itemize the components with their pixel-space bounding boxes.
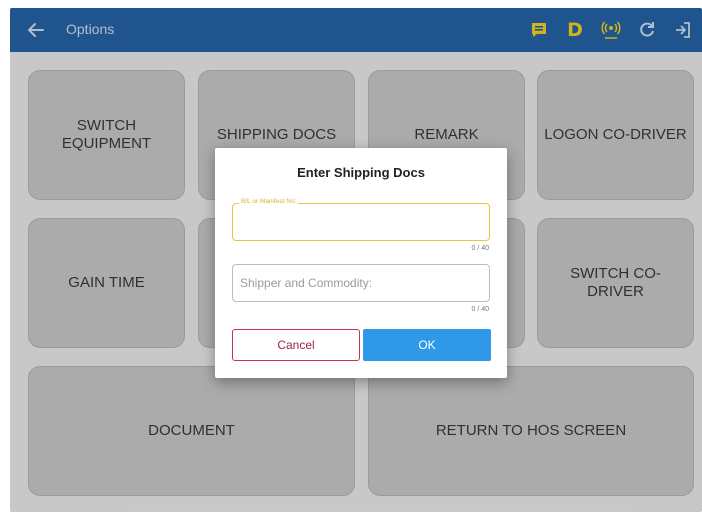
shipper-commodity-counter: 0 / 40 <box>471 306 489 313</box>
shipping-docs-dialog: Enter Shipping Docs B/L or Manifest No: … <box>215 148 507 378</box>
cancel-button[interactable]: Cancel <box>232 329 360 361</box>
ok-button[interactable]: OK <box>363 329 491 361</box>
device-screen: Options D SWITCH EQUIPMENT SHIPPING DOCS… <box>10 8 702 512</box>
shipper-commodity-field[interactable] <box>232 264 490 302</box>
bl-manifest-counter: 0 / 40 <box>471 245 489 252</box>
bl-manifest-input[interactable] <box>233 204 489 240</box>
shipper-commodity-input[interactable] <box>233 265 489 301</box>
dialog-title: Enter Shipping Docs <box>297 165 425 180</box>
bl-manifest-field[interactable]: B/L or Manifest No: <box>232 198 490 241</box>
